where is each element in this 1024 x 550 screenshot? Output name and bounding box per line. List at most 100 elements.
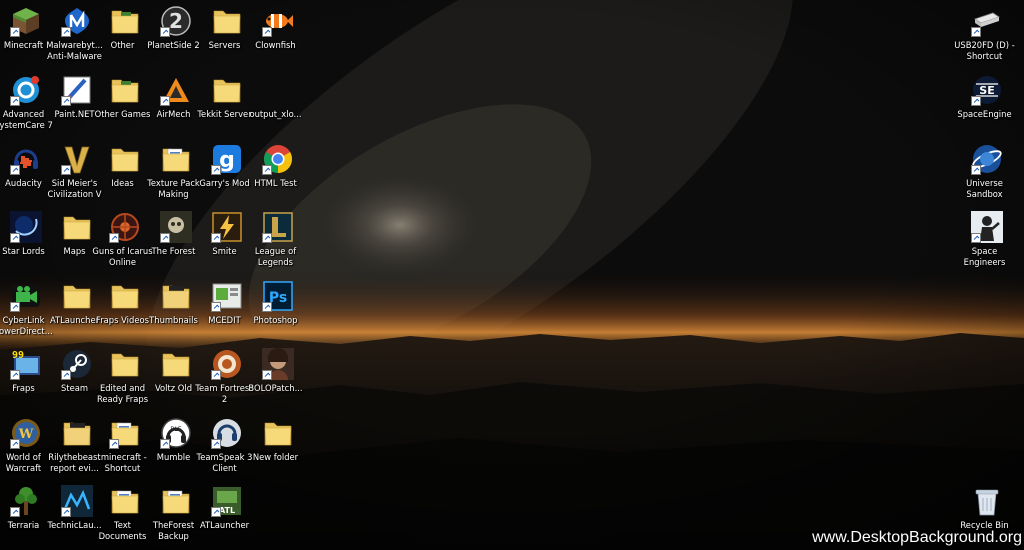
shortcut-arrow-icon xyxy=(160,96,170,106)
folder-icon xyxy=(109,348,141,380)
desktop-icon-label: BOLOPatch... xyxy=(248,383,303,393)
desktop-icon-label: League of Legends xyxy=(254,246,297,267)
shortcut-arrow-icon xyxy=(10,302,20,312)
desktop-icon[interactable]: Team Fortress 2 xyxy=(195,345,254,413)
desktop-icon[interactable]: CyberLink PowerDirect... xyxy=(0,277,53,345)
desktop-icon[interactable]: Star Lords xyxy=(0,208,52,276)
desktop-icon[interactable]: Tekkit Server xyxy=(197,71,253,139)
desktop-icon[interactable]: HTML Test xyxy=(252,140,304,208)
desktop-icon[interactable]: ATL ATLauncher xyxy=(200,482,253,550)
shortcut-arrow-icon xyxy=(160,27,170,37)
desktop-icon[interactable]: Edited and Ready Fraps xyxy=(97,345,151,413)
space-engineers-icon xyxy=(971,211,1003,243)
desktop-icon[interactable]: Thumbnails xyxy=(149,277,202,345)
desktop-icon[interactable]: BOLOPatch... xyxy=(248,345,304,413)
planetside-2-icon: 2 xyxy=(160,5,192,37)
desktop-icon[interactable]: g Garry's Mod xyxy=(199,140,253,208)
desktop-icon[interactable]: Terraria xyxy=(0,482,52,550)
svg-text:ATL: ATL xyxy=(219,506,235,515)
desktop-icon[interactable]: The Forest xyxy=(150,208,202,276)
shortcut-arrow-icon xyxy=(10,507,20,517)
desktop-icon[interactable]: Universe Sandbox xyxy=(961,140,1013,208)
shortcut-arrow-icon xyxy=(262,27,272,37)
shortcut-arrow-icon xyxy=(971,165,981,175)
shortcut-arrow-icon xyxy=(10,165,20,175)
malwarebytes-icon xyxy=(61,5,93,37)
folder-icon xyxy=(160,143,192,175)
photoshop-icon: Ps xyxy=(262,280,294,312)
desktop-icon[interactable]: Guns of Icarus Online xyxy=(92,208,153,276)
bolopatch-icon xyxy=(262,348,294,380)
desktop-icon[interactable]: New folder xyxy=(252,414,304,482)
desktop-icon-label: ATLauncher xyxy=(199,520,250,530)
desktop-icon[interactable]: Other Games xyxy=(95,71,151,139)
desktop-icon[interactable]: Other xyxy=(99,2,151,70)
folder-icon xyxy=(61,211,93,243)
desktop-icon[interactable]: Texture Pack Making xyxy=(147,140,202,208)
shortcut-arrow-icon xyxy=(262,233,272,243)
fraps-icon: 99 xyxy=(10,348,42,380)
desktop-icon[interactable]: Sid Meier's Civilization V xyxy=(47,140,103,208)
shortcut-arrow-icon xyxy=(262,302,272,312)
shortcut-arrow-icon xyxy=(10,439,20,449)
folder-shortcut-icon xyxy=(109,417,141,449)
smite-icon xyxy=(211,211,243,243)
shortcut-arrow-icon xyxy=(971,233,981,243)
desktop-icon[interactable]: Servers xyxy=(201,2,253,70)
shortcut-arrow-icon xyxy=(10,233,20,243)
desktop-icon[interactable]: output_xlo... xyxy=(249,71,304,139)
blank-file-icon xyxy=(262,74,294,106)
desktop-icon[interactable]: .minecraft - Shortcut xyxy=(98,414,151,482)
desktop-icon[interactable]: Fraps Videos xyxy=(96,277,151,345)
folder-icon xyxy=(109,485,141,517)
svg-text:2: 2 xyxy=(169,9,183,33)
desktop-icon[interactable]: Ps Photoshop xyxy=(252,277,304,345)
folder-icon xyxy=(61,280,93,312)
desktop-icon[interactable]: 2 PlanetSide 2 xyxy=(147,2,202,70)
desktop[interactable]: Minecraft Advanced SystemCare 7 Audacity… xyxy=(0,0,1024,550)
desktop-icon-label: HTML Test xyxy=(254,178,297,188)
shortcut-arrow-icon xyxy=(10,370,20,380)
shortcut-arrow-icon xyxy=(160,233,170,243)
teamspeak-icon xyxy=(211,417,243,449)
desktop-icon[interactable]: AirMech xyxy=(150,71,202,139)
minecraft-icon xyxy=(10,5,42,37)
recycle-bin-icon xyxy=(971,485,1003,517)
shortcut-arrow-icon xyxy=(971,27,981,37)
world-of-warcraft-icon: W xyxy=(10,417,42,449)
folder-icon xyxy=(109,280,141,312)
desktop-icon[interactable]: 99 Fraps xyxy=(0,345,52,413)
shortcut-arrow-icon xyxy=(61,370,71,380)
desktop-icon[interactable]: Malwarebyt... Anti-Malware xyxy=(46,2,103,70)
desktop-icon[interactable]: Paint.NET xyxy=(51,71,103,139)
desktop-icon-label: Space Engineers xyxy=(963,246,1006,267)
desktop-icon[interactable]: ATLauncher xyxy=(50,277,103,345)
technic-launcher-icon xyxy=(61,485,93,517)
watermark-text: www.DesktopBackground.org xyxy=(812,529,1022,546)
desktop-icon[interactable]: Clownfish xyxy=(252,2,304,70)
team-fortress-2-icon xyxy=(211,348,243,380)
desktop-icon[interactable]: MCEDIT xyxy=(201,277,253,345)
desktop-icon[interactable]: TheForest Backup xyxy=(150,482,202,550)
desktop-icon[interactable]: Space Engineers xyxy=(961,208,1013,276)
shortcut-arrow-icon xyxy=(10,96,20,106)
desktop-icon[interactable]: League of Legends xyxy=(252,208,304,276)
spaceengine-icon: SE xyxy=(971,74,1003,106)
cyberlink-powerdirector-icon xyxy=(10,280,42,312)
desktop-icon[interactable]: Advanced SystemCare 7 xyxy=(0,71,53,139)
desktop-icon-label: Universe Sandbox xyxy=(966,178,1003,199)
shortcut-arrow-icon xyxy=(211,165,221,175)
folder-icon xyxy=(211,74,243,106)
desktop-icon[interactable]: USB20FD (D) - Shortcut xyxy=(954,2,1015,70)
shortcut-arrow-icon xyxy=(211,370,221,380)
folder-icon xyxy=(61,417,93,449)
desktop-icon[interactable]: SE SpaceEngine xyxy=(957,71,1013,139)
chrome-icon xyxy=(262,143,294,175)
desktop-icon-label: Photoshop xyxy=(253,315,298,325)
svg-text:SE: SE xyxy=(979,84,994,97)
paint-net-icon xyxy=(61,74,93,106)
desktop-icon-label: SpaceEngine xyxy=(957,109,1012,119)
folder-icon xyxy=(160,280,192,312)
desktop-icon-label: Clownfish xyxy=(255,40,296,50)
desktop-icon[interactable]: TeamSpeak 3 Client xyxy=(197,414,253,482)
